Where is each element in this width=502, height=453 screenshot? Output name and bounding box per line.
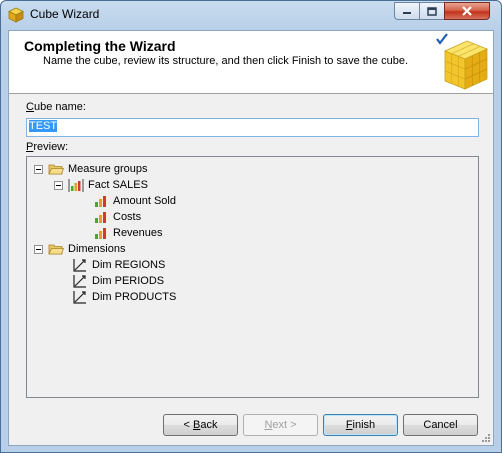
- measure-group-icon: [68, 179, 84, 192]
- tree-label: Dimensions: [68, 243, 126, 255]
- wizard-body: Completing the Wizard Name the cube, rev…: [8, 30, 494, 446]
- cube-name-input[interactable]: TEST: [26, 118, 479, 137]
- preview-label: Preview:: [26, 141, 69, 153]
- cube-icon: [8, 7, 24, 23]
- dimension-icon: [73, 291, 86, 304]
- tree-label: Revenues: [113, 227, 163, 239]
- tree-node-measure[interactable]: Costs: [93, 209, 141, 225]
- cube-name-label: Cube name:: [26, 101, 86, 113]
- collapse-icon[interactable]: [34, 244, 43, 254]
- cancel-button[interactable]: Cancel: [403, 414, 478, 436]
- folder-icon: [48, 244, 64, 255]
- close-button[interactable]: [444, 2, 490, 20]
- tree-label: Dim PERIODS: [92, 275, 165, 287]
- minimize-button[interactable]: [394, 2, 420, 20]
- measure-icon: [95, 196, 106, 207]
- dimension-icon: [73, 259, 86, 272]
- dimension-icon: [73, 275, 86, 288]
- maximize-button[interactable]: [419, 2, 445, 20]
- back-button[interactable]: < Back: [163, 414, 238, 436]
- tree-label: Fact SALES: [88, 179, 148, 191]
- title-bar[interactable]: Cube Wizard: [1, 1, 501, 29]
- tree-label: Dim REGIONS: [92, 259, 166, 271]
- maximize-icon: [427, 6, 437, 16]
- window-title: Cube Wizard: [30, 7, 100, 21]
- tree-label: Measure groups: [68, 163, 148, 175]
- preview-tree[interactable]: Measure groups Fact SALES Amount Sold Co…: [26, 156, 479, 398]
- collapse-icon[interactable]: [34, 164, 43, 174]
- tree-node-dimensions[interactable]: Dimensions: [34, 241, 125, 257]
- tree-label: Costs: [113, 211, 142, 223]
- page-subtitle: Name the cube, review its structure, and…: [43, 55, 409, 67]
- cube-name-value: TEST: [29, 120, 58, 132]
- measure-icon: [95, 212, 106, 223]
- minimize-icon: [403, 12, 411, 14]
- tree-label: Dim PRODUCTS: [92, 291, 177, 303]
- folder-icon: [48, 164, 64, 175]
- cube-wizard-window: Cube Wizard Completing the Wizard Name t…: [0, 0, 502, 453]
- tree-node-dimension[interactable]: Dim PERIODS: [72, 273, 164, 289]
- next-button[interactable]: Next >: [243, 414, 318, 436]
- finish-button[interactable]: Finish: [323, 414, 398, 436]
- wizard-header: Completing the Wizard Name the cube, rev…: [9, 31, 493, 94]
- tree-node-measure-groups[interactable]: Measure groups: [34, 161, 148, 177]
- measure-icon: [95, 228, 106, 239]
- cube-wizard-graphic-icon: [436, 33, 489, 90]
- close-icon: [462, 6, 472, 16]
- tree-node-fact-sales[interactable]: Fact SALES: [54, 177, 148, 193]
- tree-label: Amount Sold: [113, 195, 176, 207]
- tree-node-measure[interactable]: Revenues: [93, 225, 163, 241]
- collapse-icon[interactable]: [54, 180, 63, 190]
- resize-grip-icon[interactable]: [481, 433, 491, 443]
- tree-node-dimension[interactable]: Dim REGIONS: [72, 257, 165, 273]
- tree-node-measure[interactable]: Amount Sold: [93, 193, 176, 209]
- page-title: Completing the Wizard: [24, 38, 176, 54]
- tree-node-dimension[interactable]: Dim PRODUCTS: [72, 289, 176, 305]
